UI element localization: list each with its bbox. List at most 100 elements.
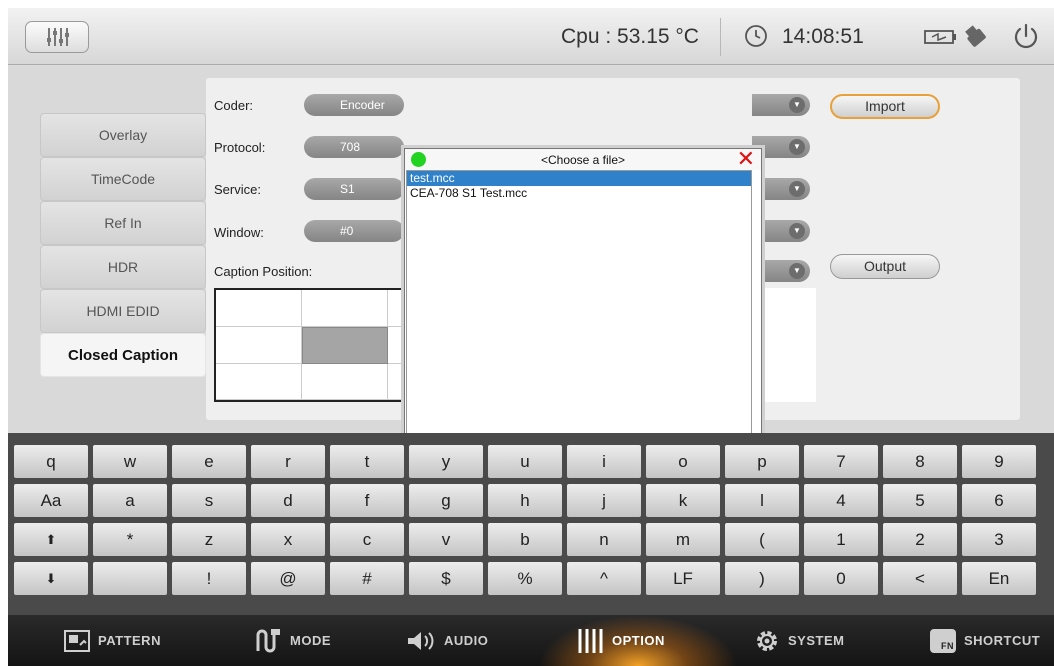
menu-button[interactable] [25,21,89,53]
key-t[interactable]: t [330,445,404,478]
nav-mode[interactable]: MODE [256,615,331,666]
nav-mode-label: MODE [290,633,331,648]
import-button[interactable]: Import [830,94,940,119]
service-select[interactable]: S1 [304,178,404,200]
key-9[interactable]: 9 [962,445,1036,478]
power-icon[interactable] [1012,22,1040,50]
key-7[interactable]: 7 [804,445,878,478]
key-at[interactable]: @ [251,562,325,595]
key-2[interactable]: 2 [883,523,957,556]
nav-pattern[interactable]: PATTERN [64,615,161,666]
nav-audio-label: AUDIO [444,633,489,648]
key-e[interactable]: e [172,445,246,478]
key-enter[interactable]: En [962,562,1036,595]
key-k[interactable]: k [646,484,720,517]
key-dollar[interactable]: $ [409,562,483,595]
chevron-down-icon: ▼ [789,263,805,279]
position-cell-selected[interactable] [302,327,388,364]
key-x[interactable]: x [251,523,325,556]
close-icon[interactable]: ✕ [737,146,755,172]
window-select[interactable]: #0 [304,220,404,242]
key-percent[interactable]: % [488,562,562,595]
key-v[interactable]: v [409,523,483,556]
key-3[interactable]: 3 [962,523,1036,556]
key-5[interactable]: 5 [883,484,957,517]
key-backspace[interactable]: < [883,562,957,595]
content-panel: Overlay TimeCode Ref In HDR HDMI EDID Cl… [8,66,1054,459]
file-item-test-mcc[interactable]: test.mcc [407,171,751,186]
nav-shortcut-label: SHORTCUT [964,633,1041,648]
tab-hdr[interactable]: HDR [40,245,206,289]
tab-ref-in[interactable]: Ref In [40,201,206,245]
key-exclamation[interactable]: ! [172,562,246,595]
key-line-feed[interactable]: LF [646,562,720,595]
nav-option[interactable]: OPTION [576,615,665,666]
key-asterisk[interactable]: * [93,523,167,556]
sliders-icon [47,28,69,46]
pattern-icon [64,629,90,652]
key-shift-up-icon[interactable]: ⬆ [14,523,88,556]
key-caret[interactable]: ^ [567,562,641,595]
position-cell[interactable] [216,364,302,400]
nav-audio[interactable]: AUDIO [406,615,488,666]
key-4[interactable]: 4 [804,484,878,517]
tab-closed-caption[interactable]: Closed Caption [40,333,206,377]
key-s[interactable]: s [172,484,246,517]
key-d[interactable]: d [251,484,325,517]
position-cell[interactable] [302,290,388,327]
key-8[interactable]: 8 [883,445,957,478]
key-b[interactable]: b [488,523,562,556]
key-shift-down-icon[interactable]: ⬇ [14,562,88,595]
keyboard-row-3: ⬆ * z x c v b n m ( 1 2 3 [14,523,1054,556]
tab-hdmi-edid[interactable]: HDMI EDID [40,289,206,333]
nav-system-label: SYSTEM [788,633,845,648]
key-m[interactable]: m [646,523,720,556]
position-cell[interactable] [216,290,302,327]
bottom-navigation: PATTERN MODE AUDIO OPTION SYSTEM FN SHOR… [8,615,1054,666]
key-p[interactable]: p [725,445,799,478]
usb-icon[interactable] [960,22,992,52]
key-o[interactable]: o [646,445,720,478]
key-r[interactable]: r [251,445,325,478]
key-0[interactable]: 0 [804,562,878,595]
protocol-select[interactable]: 708 [304,136,404,158]
tab-timecode[interactable]: TimeCode [40,157,206,201]
key-space[interactable] [93,562,167,595]
position-cell[interactable] [302,364,388,400]
key-f[interactable]: f [330,484,404,517]
key-y[interactable]: y [409,445,483,478]
key-z[interactable]: z [172,523,246,556]
key-6[interactable]: 6 [962,484,1036,517]
dialog-title: <Choose a file> [540,153,626,167]
key-l[interactable]: l [725,484,799,517]
dropdown-1[interactable]: ▼ [752,94,810,116]
nav-system[interactable]: SYSTEM [754,615,844,666]
key-i[interactable]: i [567,445,641,478]
key-a[interactable]: a [93,484,167,517]
key-case-toggle[interactable]: Aa [14,484,88,517]
key-u[interactable]: u [488,445,562,478]
key-j[interactable]: j [567,484,641,517]
keyboard-row-1: q w e r t y u i o p 7 8 9 [14,445,1054,478]
file-item-cea-708-s1-test[interactable]: CEA-708 S1 Test.mcc [407,186,751,201]
position-cell[interactable] [216,327,302,364]
key-g[interactable]: g [409,484,483,517]
sliders-icon [578,628,603,653]
on-screen-keyboard: q w e r t y u i o p 7 8 9 Aa a s d f g h… [8,433,1054,615]
key-hash[interactable]: # [330,562,404,595]
output-button[interactable]: Output [830,254,940,279]
key-n[interactable]: n [567,523,641,556]
key-h[interactable]: h [488,484,562,517]
key-open-paren[interactable]: ( [725,523,799,556]
coder-select[interactable]: Encoder [304,94,404,116]
tab-overlay[interactable]: Overlay [40,113,206,157]
key-w[interactable]: w [93,445,167,478]
file-list[interactable]: test.mcc CEA-708 S1 Test.mcc [406,170,752,450]
keyboard-row-2: Aa a s d f g h j k l 4 5 6 [14,484,1054,517]
key-c[interactable]: c [330,523,404,556]
key-1[interactable]: 1 [804,523,878,556]
chevron-down-icon: ▼ [789,139,805,155]
nav-shortcut[interactable]: FN SHORTCUT [930,615,1040,666]
key-close-paren[interactable]: ) [725,562,799,595]
key-q[interactable]: q [14,445,88,478]
